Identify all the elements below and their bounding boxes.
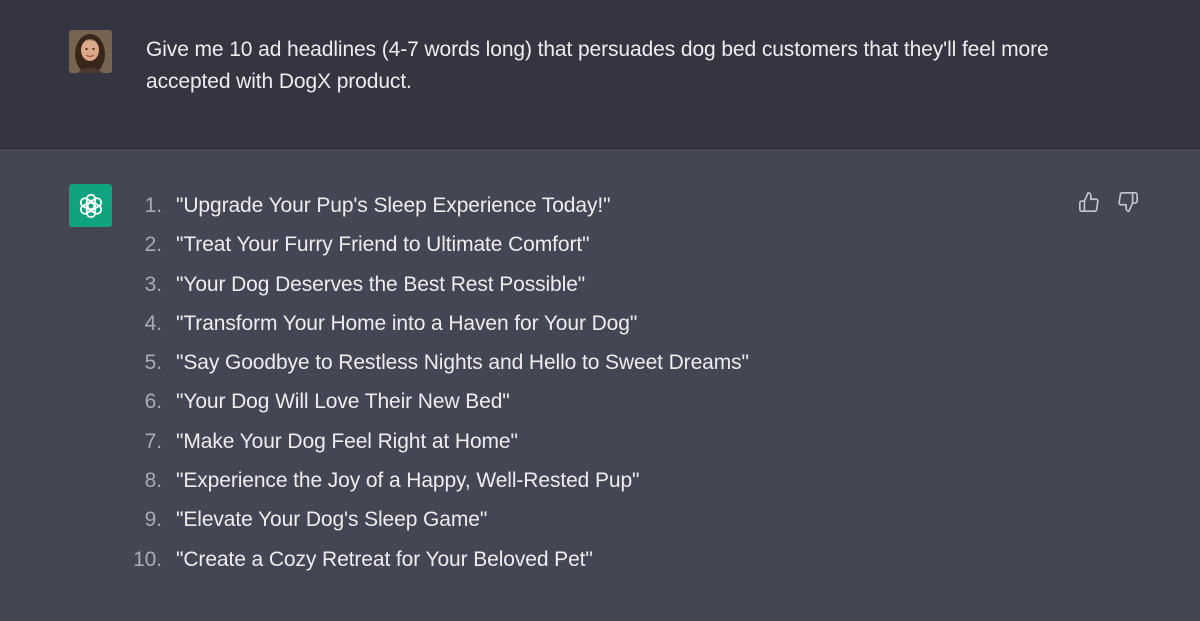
list-item-text: "Upgrade Your Pup's Sleep Experience Tod… xyxy=(176,194,611,217)
list-item-number: 1. xyxy=(144,194,162,217)
chat-page: Give me 10 ad headlines (4-7 words long)… xyxy=(0,0,1200,621)
list-item-text: "Transform Your Home into a Haven for Yo… xyxy=(176,311,638,335)
list-item-number: 4. xyxy=(144,311,162,335)
list-item-number: 3. xyxy=(144,272,162,296)
user-message-text: Give me 10 ad headlines (4-7 words long)… xyxy=(146,38,1049,93)
user-avatar xyxy=(69,30,112,73)
list-item-number: 9. xyxy=(144,508,162,532)
list-item-text: "Elevate Your Dog's Sleep Game" xyxy=(176,508,488,532)
list-item-text: "Say Goodbye to Restless Nights and Hell… xyxy=(176,351,749,375)
list-item-text: "Treat Your Furry Friend to Ultimate Com… xyxy=(176,233,590,257)
thumbs-up-icon xyxy=(1079,192,1099,212)
list-item-number: 7. xyxy=(144,429,162,453)
thumbs-down-icon xyxy=(1118,192,1138,212)
list-item-text: "Create a Cozy Retreat for Your Beloved … xyxy=(176,547,593,571)
list-item-text: "Experience the Joy of a Happy, Well-Res… xyxy=(176,469,640,493)
thumbs-down-button[interactable] xyxy=(1116,190,1140,214)
list-item-number: 5. xyxy=(144,351,162,375)
list-item-text: "Your Dog Deserves the Best Rest Possibl… xyxy=(176,272,586,296)
thumbs-up-button[interactable] xyxy=(1077,190,1101,214)
list-item-text: "Your Dog Will Love Their New Bed" xyxy=(176,390,510,414)
list-item-number: 2. xyxy=(144,233,162,257)
list-item-number: 10. xyxy=(133,547,162,571)
list-item-number: 8. xyxy=(144,469,162,493)
list-item-text: "Make Your Dog Feel Right at Home" xyxy=(176,429,518,453)
assistant-message: 1. "Upgrade Your Pup's Sleep Experience … xyxy=(0,150,1200,621)
list-item-number: 6. xyxy=(144,390,162,414)
user-message: Give me 10 ad headlines (4-7 words long)… xyxy=(0,0,1200,149)
